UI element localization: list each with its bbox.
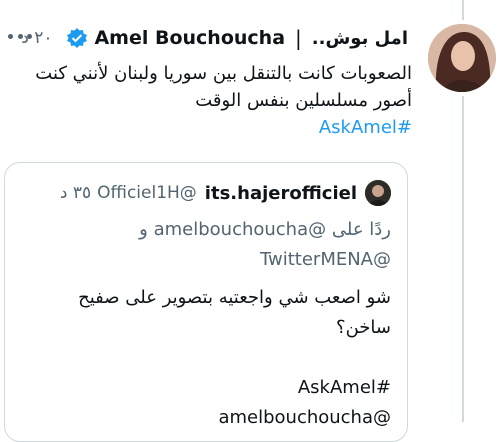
reply-conjunction: و bbox=[139, 219, 148, 240]
reply-context: ردًا على @amelbouchoucha و @TwitterMENA bbox=[5, 215, 407, 275]
tweet-text-line: الصعوبات كانت بالتنقل بين سوريا ولبنان ل… bbox=[35, 63, 412, 84]
more-dots-icon[interactable] bbox=[8, 26, 32, 46]
reply-mention-link[interactable]: @TwitterMENA bbox=[260, 249, 391, 270]
display-name-ar[interactable]: امل بوش.. bbox=[312, 28, 408, 49]
quoted-tweet[interactable]: its.hajerofficiel @Officiel1H ٣٥ د ردًا … bbox=[4, 162, 408, 442]
quoted-display-name[interactable]: its.hajerofficiel bbox=[205, 183, 357, 204]
tweet-text: الصعوبات كانت بالتنقل بين سوريا ولبنان ل… bbox=[0, 60, 412, 141]
tweet-header: امل بوش.. | Amel Bouchoucha ٢٠ د bbox=[0, 18, 412, 58]
thread-line bbox=[462, 0, 464, 20]
quoted-text-line: شو اصعب شي واجعتيه بتصوير على صفيح bbox=[78, 287, 391, 308]
display-name[interactable]: Amel Bouchoucha bbox=[94, 27, 285, 49]
quoted-text-line: ساخن؟ bbox=[336, 317, 391, 338]
tweet[interactable]: امل بوش.. | Amel Bouchoucha ٢٠ د الصعوبا… bbox=[0, 18, 412, 141]
quoted-hashtag[interactable]: #AskAmel bbox=[5, 373, 391, 403]
hashtag-link[interactable]: #AskAmel bbox=[0, 114, 412, 141]
quoted-avatar[interactable] bbox=[365, 180, 391, 206]
reply-prefix: ردًا على bbox=[331, 219, 391, 240]
quoted-mention[interactable]: @amelbouchoucha bbox=[5, 403, 391, 433]
reply-mention-link[interactable]: @amelbouchoucha bbox=[154, 219, 327, 240]
thread-line-lower bbox=[462, 96, 464, 422]
tweet-text-line: أصور مسلسلين بنفس الوقت bbox=[195, 90, 412, 111]
quoted-text-line bbox=[5, 343, 391, 373]
avatar[interactable] bbox=[428, 24, 496, 92]
verified-badge-icon bbox=[66, 27, 88, 49]
quoted-tweet-text: شو اصعب شي واجعتيه بتصوير على صفيح ساخن؟… bbox=[5, 283, 407, 433]
quoted-tweet-header: its.hajerofficiel @Officiel1H ٣٥ د bbox=[5, 175, 407, 211]
name-separator: | bbox=[295, 26, 302, 50]
quoted-timestamp[interactable]: ٣٥ د bbox=[60, 183, 91, 203]
quoted-handle[interactable]: @Officiel1H bbox=[97, 183, 197, 203]
